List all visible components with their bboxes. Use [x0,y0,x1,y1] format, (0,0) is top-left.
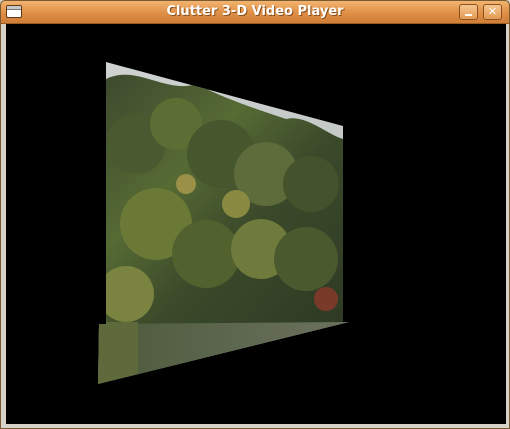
minimize-button[interactable] [459,4,478,20]
video-texture-plane [98,62,349,384]
window-frame-left [1,24,6,424]
close-button[interactable]: ✕ [483,4,502,20]
window-frame-bottom [1,424,509,428]
minimize-icon [465,14,472,16]
close-icon: ✕ [487,5,498,18]
window-frame-right [506,24,509,424]
window-title: Clutter 3-D Video Player [166,4,344,19]
title-bar[interactable]: Clutter 3-D Video Player ✕ [1,1,509,24]
app-window: Clutter 3-D Video Player ✕ [0,0,510,429]
video-stage[interactable] [6,24,506,424]
